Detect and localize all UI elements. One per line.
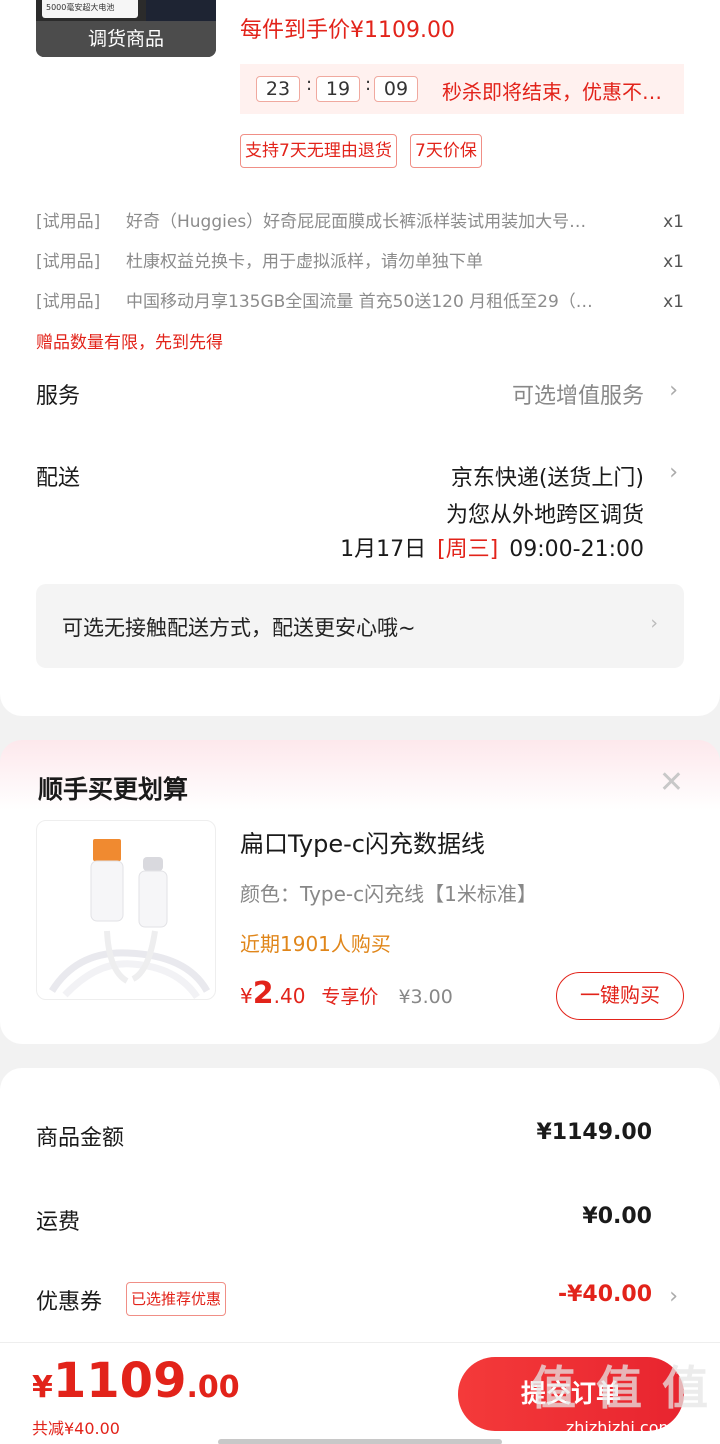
notice-text: 可选无接触配送方式，配送更安心哦~ (62, 616, 416, 640)
exclusive-price-label: 专享价 (321, 986, 379, 1008)
site-watermark: 值 值 值 zhizhizhi.com (530, 1352, 710, 1437)
watermark-url: zhizhizhi.com (565, 1418, 675, 1437)
total-price: ¥1109.00 (32, 1353, 240, 1409)
gift-item[interactable]: [试用品] 好奇（Huggies）好奇屁屁面膜成长裤派样装试用装加大号… x1 (36, 209, 684, 235)
goods-amount-label: 商品金额 (36, 1126, 125, 1151)
countdown-seconds: 09 (374, 76, 418, 102)
upsell-product-name[interactable]: 扁口Type-c闪充数据线 (240, 824, 485, 859)
service-label: 服务 (36, 384, 81, 409)
gift-item[interactable]: [试用品] 中国移动月享135GB全国流量 首充50送120 月租低至29（… x… (36, 289, 684, 315)
total-decimal: .00 (186, 1370, 240, 1405)
gift-item[interactable]: [试用品] 杜康权益兑换卡，用于虚拟派样，请勿单独下单 x1 (36, 249, 684, 275)
home-indicator[interactable] (218, 1439, 502, 1444)
seckill-countdown: 23 : 19 : 09 秒杀即将结束，优惠不… (240, 64, 684, 114)
cable-product-image[interactable] (36, 820, 216, 1000)
chevron-right-icon: › (650, 612, 658, 634)
gift-tag: [试用品] (36, 252, 101, 272)
countdown-hours: 23 (256, 76, 300, 102)
total-integer: 1109 (52, 1353, 187, 1409)
contactless-delivery-notice[interactable]: 可选无接触配送方式，配送更安心哦~ › (36, 584, 684, 668)
delivery-time[interactable]: 1月17日 [周三] 09:00-21:00 (340, 531, 644, 563)
delivery-label: 配送 (36, 466, 81, 491)
countdown-minutes: 19 (316, 76, 360, 102)
delivery-date: 1月17日 (340, 537, 427, 562)
upsell-product-color: 颜色：Type-c闪充线【1米标准】 (240, 882, 537, 906)
chevron-right-icon[interactable]: › (669, 378, 678, 403)
goods-amount-value: ¥1149.00 (536, 1120, 652, 1145)
delivery-weekday: [周三] (437, 537, 499, 562)
upsell-card: 顺手买更划算 ✕ 扁口Type-c闪充数据线 颜色：Type-c闪充线【1米标准… (0, 740, 720, 1044)
gift-qty: x1 (663, 252, 684, 272)
total-currency: ¥ (32, 1370, 53, 1405)
price-summary-card: 商品金额 ¥1149.00 运费 ¥0.00 优惠券 已选推荐优惠 -¥40.0… (0, 1068, 720, 1368)
close-icon[interactable]: ✕ (659, 768, 684, 798)
gift-tag: [试用品] (36, 292, 101, 312)
service-value[interactable]: 可选增值服务 (512, 378, 644, 410)
original-price: ¥3.00 (398, 986, 453, 1008)
usb-cable-icon (49, 839, 211, 999)
chevron-right-icon[interactable]: › (669, 460, 678, 485)
delivery-note: 为您从外地跨区调货 (445, 503, 644, 528)
countdown-colon: : (306, 74, 313, 95)
gift-name: 中国移动月享135GB全国流量 首充50送120 月租低至29（… (126, 292, 593, 312)
price-integer: 2 (252, 976, 274, 1011)
gift-name: 好奇（Huggies）好奇屁屁面膜成长裤派样装试用装加大号… (126, 212, 587, 232)
countdown-colon: : (365, 74, 372, 95)
gift-qty: x1 (663, 212, 684, 232)
gift-qty: x1 (663, 292, 684, 312)
gift-tag: [试用品] (36, 212, 101, 232)
coupon-recommended-badge[interactable]: 已选推荐优惠 (126, 1282, 227, 1316)
transfer-goods-tag: 调货商品 (36, 21, 216, 57)
coupon-label: 优惠券 (36, 1290, 103, 1315)
coupon-value[interactable]: -¥40.00 (558, 1282, 652, 1307)
price-currency: ¥ (240, 984, 253, 1008)
shipping-label: 运费 (36, 1210, 81, 1235)
upsell-sales-count: 近期1901人购买 (240, 932, 391, 956)
gift-name: 杜康权益兑换卡，用于虚拟派样，请勿单独下单 (126, 252, 483, 272)
delivery-method[interactable]: 京东快递(送货上门) (451, 460, 644, 492)
order-item-card: 5000毫安超大电池 调货商品 每件到手价¥1109.00 23 : 19 : … (0, 0, 720, 716)
price-decimal: .40 (273, 984, 306, 1008)
chevron-right-icon[interactable]: › (669, 1284, 678, 1309)
seckill-text: 秒杀即将结束，优惠不… (442, 80, 662, 104)
one-click-buy-button[interactable]: 一键购买 (556, 972, 684, 1020)
upsell-price: ¥2.40 专享价 ¥3.00 (240, 976, 453, 1011)
total-reduction[interactable]: 共减¥40.00 (32, 1415, 120, 1439)
thumb-box: 5000毫安超大电池 (42, 0, 138, 18)
gift-limit-note: 赠品数量有限，先到先得 (36, 333, 223, 353)
delivery-hours: 09:00-21:00 (509, 537, 644, 562)
thumb-box-text: 5000毫安超大电池 (46, 3, 115, 12)
product-thumbnail[interactable]: 5000毫安超大电池 调货商品 (36, 0, 216, 57)
return-policy-badge[interactable]: 支持7天无理由退货 (240, 134, 397, 168)
thumb-phone-image (146, 0, 216, 22)
watermark-logo: 值 值 值 (529, 1361, 710, 1415)
price-protect-badge[interactable]: 7天价保 (410, 134, 482, 168)
shipping-value: ¥0.00 (582, 1204, 652, 1229)
upsell-title: 顺手买更划算 (38, 775, 189, 804)
per-item-price: 每件到手价¥1109.00 (240, 18, 455, 43)
